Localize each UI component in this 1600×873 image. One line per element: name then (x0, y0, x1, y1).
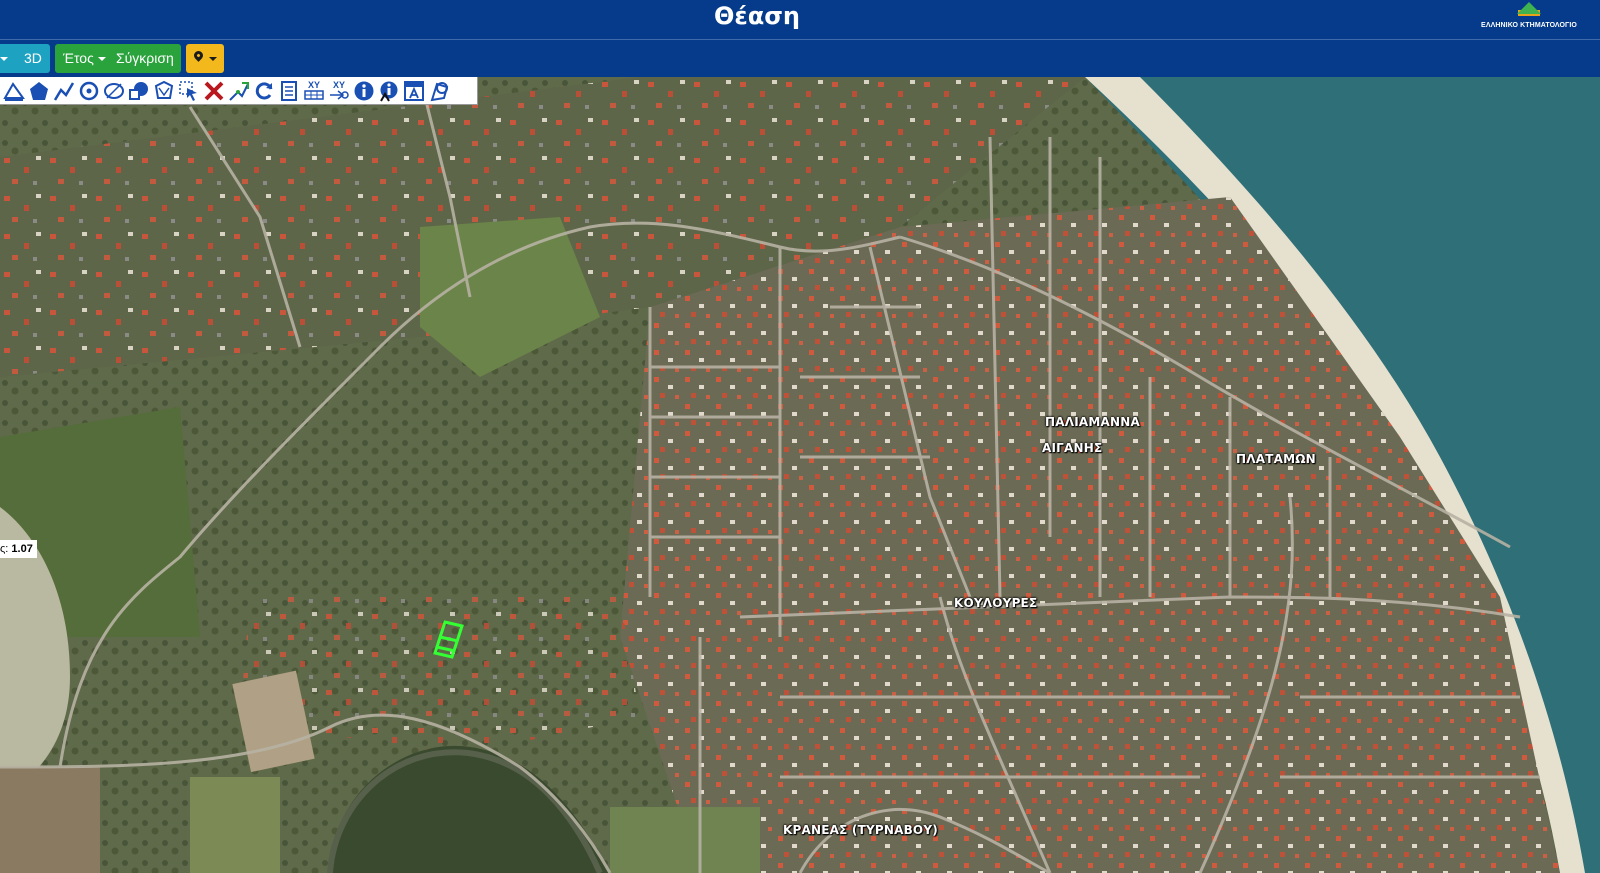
logo-text: ΕΛΛΗΝΙΚΟ ΚΤΗΜΑΤΟΛΟΓΙΟ (1481, 22, 1577, 29)
3d-button[interactable]: 3D (0, 44, 50, 73)
map-view[interactable]: ΠΑΛΙΑΜΑΝΝΑ ΑΙΓΑΝΗΣ ΠΛΑΤΑΜΩΝ ΚΟΥΛΟΥΡΕΣ ΚΡ… (0, 77, 1600, 873)
caret-down-icon (98, 57, 106, 61)
lasso-icon[interactable] (127, 79, 151, 103)
compare-button[interactable]: Σύγκριση (116, 44, 174, 73)
polyline-icon[interactable] (52, 79, 76, 103)
aerial-imagery (0, 77, 1600, 873)
app-header: Θέαση ΕΛΛΗΝΙΚΟ ΚΤΗΜΑΤΟΛΟΓΙΟ (0, 0, 1600, 40)
report-icon[interactable] (277, 79, 301, 103)
info-attribute-icon[interactable] (377, 79, 401, 103)
page-title: Θέαση (713, 2, 801, 30)
delete-icon[interactable] (202, 79, 226, 103)
caret-down-icon (209, 57, 217, 61)
measure-area-icon[interactable] (2, 79, 26, 103)
year-compare-group: Έτος Σύγκριση (55, 44, 181, 73)
map-tools-bar: XY XY (0, 77, 478, 105)
marker-dropdown-button[interactable] (186, 44, 224, 73)
label-icon[interactable] (402, 79, 426, 103)
polygon-select-icon[interactable] (152, 79, 176, 103)
year-dropdown-button[interactable]: Έτος (63, 44, 94, 73)
circle-icon[interactable] (77, 79, 101, 103)
refresh-icon[interactable] (252, 79, 276, 103)
ellipse-icon[interactable] (102, 79, 126, 103)
xy-table-icon[interactable]: XY (302, 79, 326, 103)
place-label-paliamanna: ΠΑΛΙΑΜΑΝΝΑ (1045, 415, 1140, 429)
map-pin-icon (192, 49, 205, 62)
xy-goto-icon[interactable]: XY (327, 79, 351, 103)
scale-readout: ς: 1.07 (0, 540, 37, 558)
top-toolbar: 3D Έτος Σύγκριση (0, 40, 1600, 77)
place-label-kouloures: ΚΟΥΛΟΥΡΕΣ (954, 596, 1038, 610)
select-arrow-icon[interactable] (177, 79, 201, 103)
clear-selection-icon[interactable] (427, 79, 451, 103)
pentagon-icon[interactable] (27, 79, 51, 103)
edit-vertex-icon[interactable] (227, 79, 251, 103)
ktimatologio-logo: ΕΛΛΗΝΙΚΟ ΚΤΗΜΑΤΟΛΟΓΙΟ (1474, 0, 1584, 38)
place-label-aiganis: ΑΙΓΑΝΗΣ (1042, 441, 1103, 455)
logo-mark-icon (1517, 2, 1541, 14)
place-label-platamon: ΠΛΑΤΑΜΩΝ (1236, 452, 1316, 466)
info-icon[interactable] (352, 79, 376, 103)
place-label-kraneas: ΚΡΑΝΕΑΣ (ΤΥΡΝΑΒΟΥ) (783, 823, 938, 837)
caret-down-icon (0, 57, 8, 61)
